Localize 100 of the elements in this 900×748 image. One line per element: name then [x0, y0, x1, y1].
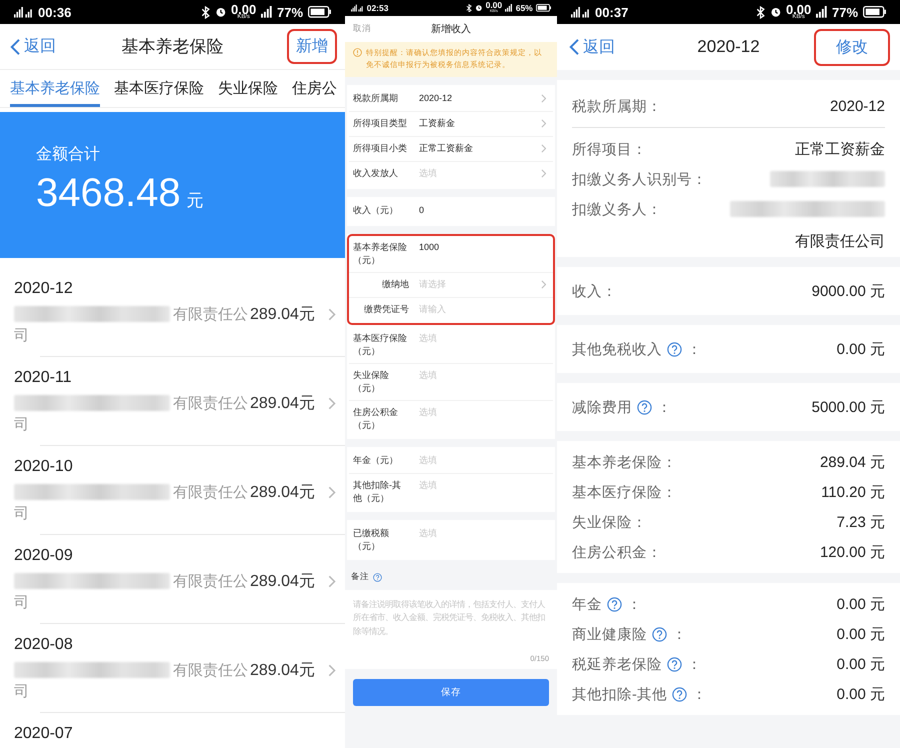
status-time: 00:37: [595, 4, 628, 20]
detail-label: 所得项目：: [572, 140, 647, 158]
label-colon: ：: [687, 340, 702, 358]
input-field[interactable]: 选填: [419, 478, 531, 492]
input-field[interactable]: 选填: [419, 454, 531, 467]
input-field[interactable]: 选填: [419, 406, 531, 419]
label-colon: ：: [672, 626, 687, 644]
detail-value: 2020-12: [830, 98, 885, 115]
detail-label: 年金: [572, 596, 602, 614]
record-date: 2020-12: [14, 280, 74, 299]
back-icon: [10, 38, 21, 56]
select-field[interactable]: 请选择: [419, 278, 531, 291]
detail-label: 基本医疗保险：: [572, 484, 677, 502]
tab[interactable]: 基本医疗保险: [114, 70, 204, 107]
bluetooth-icon: [466, 4, 472, 12]
select-field[interactable]: 正常工资薪金: [419, 142, 531, 155]
page-title: 2020-12: [697, 37, 760, 57]
field-label: 缴纳地: [381, 278, 409, 291]
record-item[interactable]: 2020-09 有限责任公289.04元 司: [0, 535, 345, 624]
field-label: 收入发放人: [353, 166, 399, 180]
select-field[interactable]: 工资薪金: [419, 116, 531, 130]
record-amount: 289.04元: [250, 572, 315, 592]
battery-icon: [536, 4, 551, 12]
chevron-icon: [541, 118, 546, 128]
employer-name: 司: [14, 504, 30, 524]
field-label: 所得项目类型: [353, 116, 408, 130]
signal-icon: [260, 6, 272, 18]
select-field[interactable]: 2020-12: [419, 92, 531, 105]
detail-value: 7.23 元: [836, 512, 885, 532]
chevron-icon: [328, 308, 336, 320]
input-field[interactable]: 0: [419, 204, 531, 217]
detail-label: 其他扣除-其他: [572, 686, 667, 704]
detail-label: 扣缴义务人：: [572, 200, 662, 218]
chevron-icon: [541, 168, 546, 178]
bluetooth-icon: [756, 6, 766, 18]
detail-label: 税款所属期：: [572, 98, 662, 116]
record-date: 2020-07: [14, 725, 74, 744]
detail-value: 120.00 元: [820, 542, 885, 562]
add-button[interactable]: 新增: [289, 31, 335, 62]
employer-name: 有限责任公: [173, 394, 248, 412]
battery-percent: 77%: [832, 4, 858, 20]
record-item[interactable]: 2020-11 有限责任公289.04元 司: [0, 357, 345, 446]
field-label: 所得项目小类: [353, 142, 408, 155]
employer-name: 有限责任公: [173, 660, 248, 680]
field-label: 基本医疗保险（元）: [353, 332, 408, 358]
status-time: 00:36: [38, 4, 72, 20]
bluetooth-icon: [201, 6, 210, 18]
chevron-icon: [541, 280, 546, 289]
detail-value: 0.00 元: [836, 654, 885, 674]
record-item[interactable]: 2020-10 有限责任公289.04元 司: [0, 446, 345, 535]
form-card[interactable]: 收入（元） 0: [347, 196, 555, 226]
employer-name: 司: [14, 682, 30, 702]
input-field[interactable]: 请输入: [419, 302, 531, 316]
signal-icon: [351, 4, 364, 12]
edit-button[interactable]: 修改: [816, 30, 888, 64]
detail-value: 有限责任公司: [795, 232, 885, 251]
input-field[interactable]: 选填: [419, 368, 531, 382]
detail-label: 减除费用: [572, 398, 632, 416]
field-label: 住房公积金（元）: [353, 406, 399, 432]
help-icon: [672, 686, 687, 702]
help-icon: [373, 572, 382, 582]
help-icon: [637, 400, 652, 414]
record-item[interactable]: 2020-12 有限责任公289.04元 司: [0, 268, 345, 357]
detail-label: 收入：: [572, 282, 617, 300]
tab[interactable]: 住房公: [292, 70, 337, 107]
help-icon: [607, 596, 622, 612]
chevron-icon: [541, 94, 546, 103]
form-card[interactable]: 已缴税额（元） 选填: [347, 520, 555, 560]
record-item[interactable]: 2020-08 有限责任公289.04元 司: [0, 624, 345, 713]
label-colon: ：: [687, 656, 702, 674]
employer-name: 有限责任公: [173, 572, 248, 590]
field-label: 税款所属期: [353, 92, 399, 105]
select-field[interactable]: 选填: [419, 166, 531, 180]
alarm-icon: [474, 4, 483, 12]
employer-name: 司: [14, 415, 30, 435]
status-time: 02:53: [366, 3, 388, 13]
field-label: 其他扣除-其他（元）: [353, 478, 402, 505]
record-amount: 289.04元: [250, 660, 315, 680]
input-field[interactable]: 1000: [419, 240, 531, 254]
back-button[interactable]: 返回: [569, 36, 615, 58]
network-speed: 0.00: [230, 4, 256, 16]
alarm-icon: [770, 6, 782, 18]
input-field[interactable]: 选填: [419, 332, 531, 345]
tab[interactable]: 基本养老保险: [10, 70, 100, 107]
battery-percent: 77%: [277, 4, 304, 20]
employer-name: 有限责任公: [173, 304, 248, 324]
detail-value: 0.00 元: [836, 684, 885, 704]
back-icon: [569, 38, 580, 56]
back-button[interactable]: 返回: [10, 36, 56, 57]
input-field[interactable]: 选填: [419, 527, 531, 540]
network-speed: 0.00: [786, 4, 812, 16]
battery-percent: 65%: [516, 2, 533, 13]
battery-icon: [308, 6, 331, 18]
chevron-icon: [328, 486, 336, 498]
save-button[interactable]: 保存: [353, 679, 549, 706]
total-amount: 3468.48: [36, 171, 181, 216]
label-colon: ：: [657, 398, 672, 416]
remark-label: 备注: [351, 571, 369, 584]
tab[interactable]: 失业保险: [218, 70, 278, 107]
signal-icon: [505, 4, 513, 12]
